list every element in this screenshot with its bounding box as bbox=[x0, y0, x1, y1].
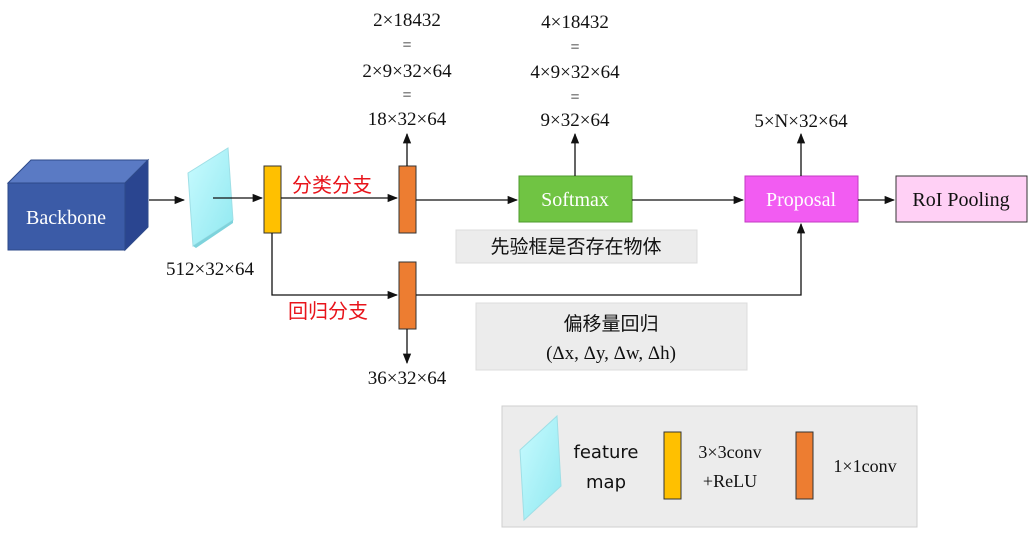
legend-conv3-line1: 3×3conv bbox=[698, 442, 761, 462]
cls-out-line2: 2×9×32×64 bbox=[362, 61, 452, 82]
anchor-note: 先验框是否存在物体 bbox=[490, 236, 661, 258]
softmax-out-eq1: = bbox=[570, 39, 579, 56]
legend-conv1-label: 1×1conv bbox=[833, 456, 896, 476]
softmax-out-line2: 4×9×32×64 bbox=[530, 62, 620, 83]
arrow-conv3-to-reg-conv1 bbox=[271, 233, 399, 300]
legend-conv3-line2: +ReLU bbox=[703, 471, 757, 491]
softmax-out-line3: 9×32×64 bbox=[541, 110, 610, 131]
cls-branch-label: 分类分支 bbox=[292, 173, 372, 197]
softmax-out-line1: 4×18432 bbox=[541, 12, 609, 33]
proposal-label: Proposal bbox=[766, 189, 836, 211]
backbone-label: Backbone bbox=[26, 207, 106, 229]
softmax-label: Softmax bbox=[541, 189, 609, 211]
diagram-canvas: Backbone 512×32×64 分类分支 回归分支 2×18432 = 2… bbox=[6, 10, 1028, 528]
conv3x3-block bbox=[263, 165, 282, 234]
cls-out-line1: 2×18432 bbox=[373, 10, 441, 31]
feature-map-dim: 512×32×64 bbox=[166, 259, 254, 280]
legend-conv1-swatch bbox=[795, 431, 814, 500]
legend-feature-map-line2: map bbox=[586, 472, 626, 493]
cls-out-eq2: = bbox=[402, 87, 411, 104]
backbone-block: Backbone bbox=[6, 158, 150, 252]
cls-conv1x1-block bbox=[398, 165, 417, 234]
proposal-out: 5×N×32×64 bbox=[754, 111, 848, 132]
reg-conv1x1-block bbox=[398, 261, 417, 330]
reg-branch-label: 回归分支 bbox=[288, 299, 368, 323]
softmax-out-eq2: = bbox=[570, 89, 579, 106]
offset-note-line2: (Δx, Δy, Δw, Δh) bbox=[546, 343, 676, 364]
reg-out: 36×32×64 bbox=[368, 368, 447, 389]
offset-note-line1: 偏移量回归 bbox=[563, 313, 658, 335]
legend-conv3-swatch bbox=[663, 431, 682, 500]
legend-feature-map-line1: feature bbox=[574, 442, 639, 463]
cls-out-eq1: = bbox=[402, 37, 411, 54]
roi-pooling-label: RoI Pooling bbox=[912, 189, 1009, 211]
cls-out-line3: 18×32×64 bbox=[368, 109, 447, 130]
